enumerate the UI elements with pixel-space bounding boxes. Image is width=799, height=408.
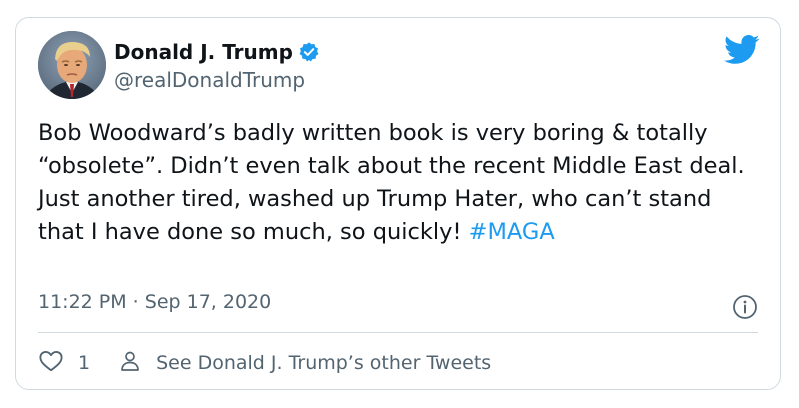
avatar-photo: [38, 31, 106, 99]
person-icon: [118, 349, 142, 378]
tweet-actions: 1 See Donald J. Trump’s other Tweets: [38, 347, 491, 379]
author-display-name[interactable]: Donald J. Trump: [114, 40, 293, 64]
twitter-bird-icon[interactable]: [724, 35, 760, 65]
heart-icon: [38, 348, 64, 379]
hashtag-link[interactable]: #MAGA: [469, 219, 555, 245]
author-name-row[interactable]: Donald J. Trump: [114, 39, 320, 65]
like-button[interactable]: 1: [38, 348, 90, 379]
like-count: 1: [78, 352, 91, 374]
tweet-body: Bob Woodward’s badly written book is ver…: [38, 120, 745, 245]
divider: [38, 332, 758, 333]
see-other-tweets-link[interactable]: See Donald J. Trump’s other Tweets: [118, 349, 491, 378]
verified-badge-icon: [298, 41, 320, 63]
author-avatar[interactable]: [38, 31, 106, 99]
tweet-card: Donald J. Trump @realDonaldTrump Bob Woo…: [15, 17, 781, 390]
author-handle[interactable]: @realDonaldTrump: [114, 68, 305, 92]
see-other-tweets-label: See Donald J. Trump’s other Tweets: [156, 352, 492, 374]
info-icon[interactable]: [732, 294, 758, 320]
tweet-timestamp[interactable]: 11:22 PM · Sep 17, 2020: [38, 291, 271, 313]
tweet-text: Bob Woodward’s badly written book is ver…: [38, 117, 760, 249]
